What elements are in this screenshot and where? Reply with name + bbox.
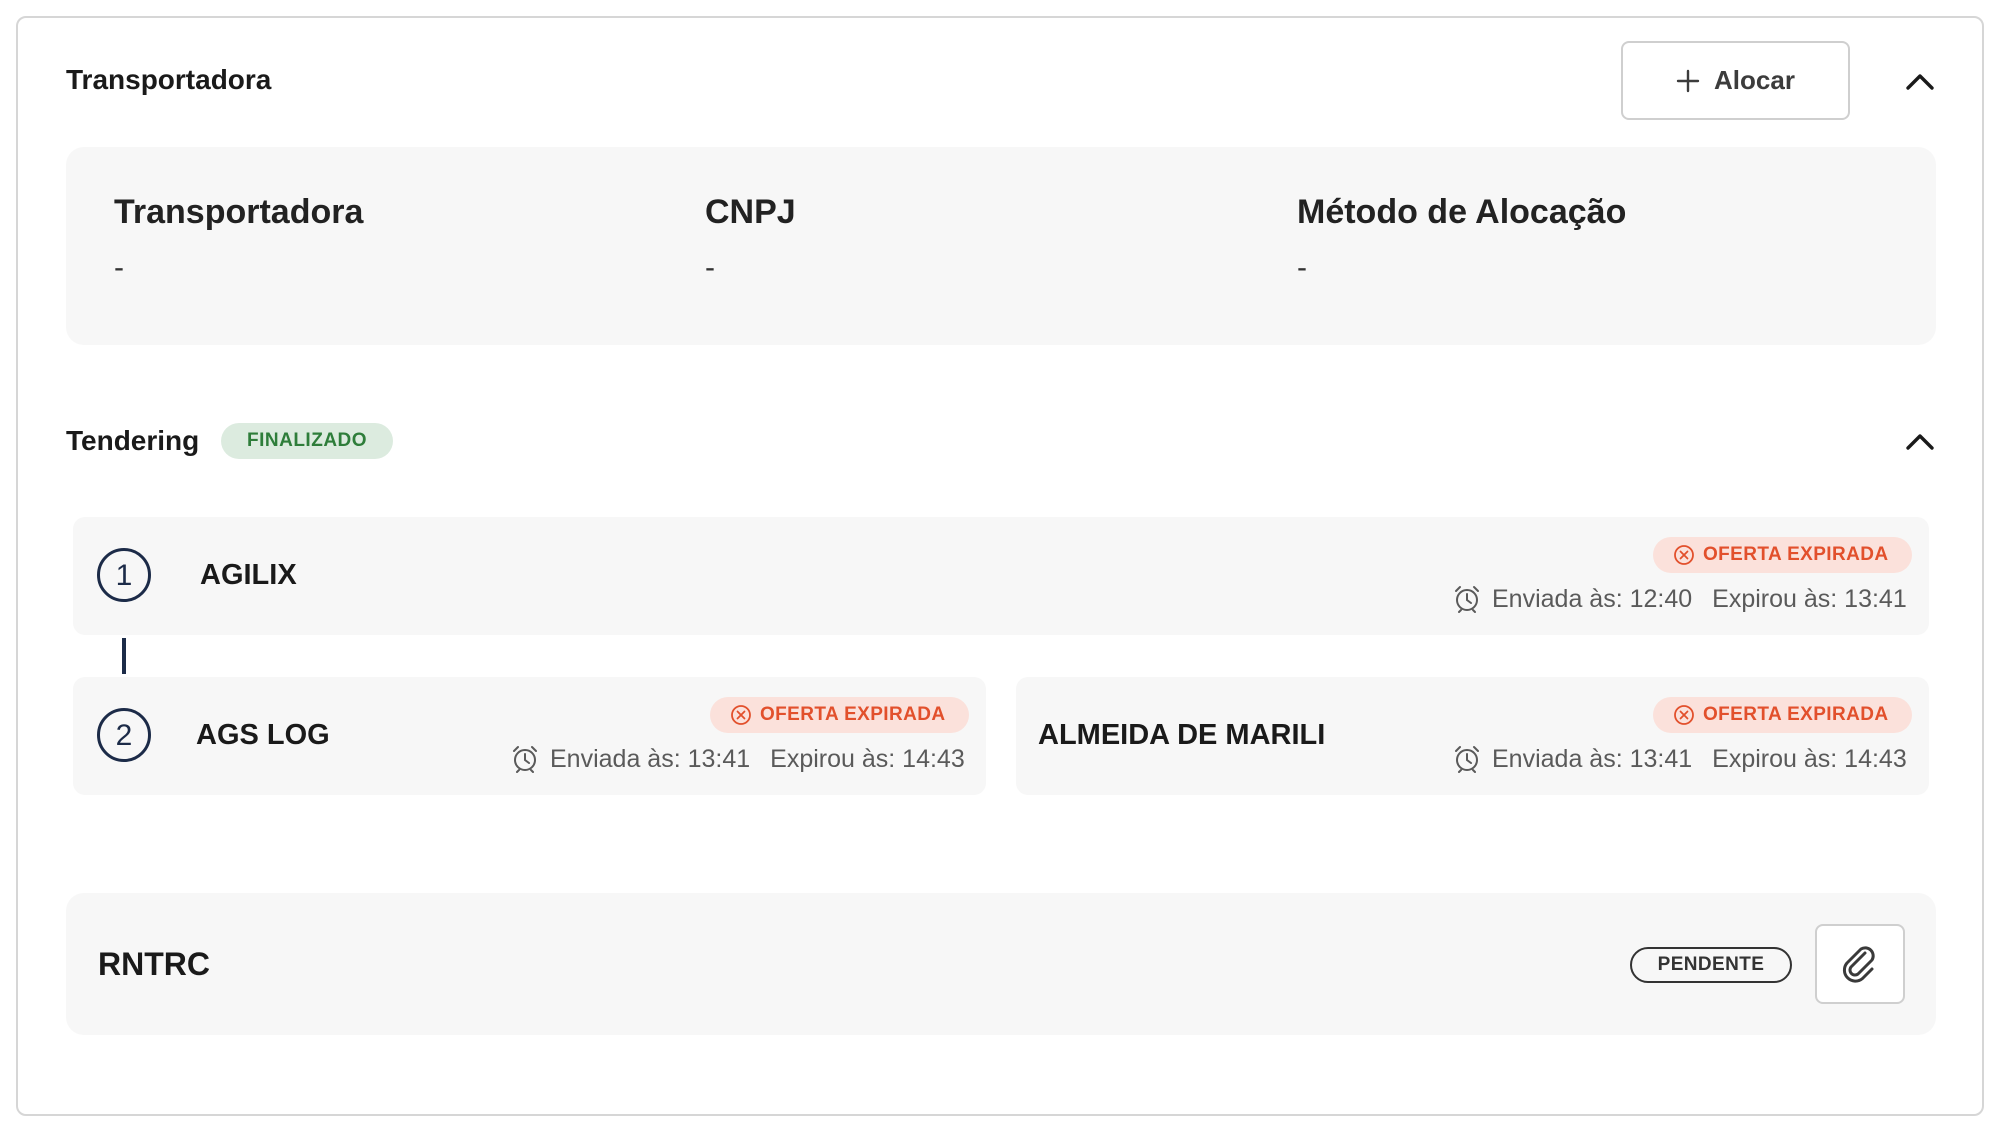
field-value-transportadora: - — [114, 251, 124, 284]
offer-sent-time: Enviada às: 13:41 — [1492, 744, 1693, 773]
offer-sent-time: Enviada às: 13:41 — [550, 744, 751, 773]
alarm-clock-icon — [1455, 746, 1479, 773]
tendering-status-badge: FINALIZADO — [221, 423, 394, 459]
offer-status-badge: OFERTA EXPIRADA — [1653, 697, 1913, 733]
offer-status-label: OFERTA EXPIRADA — [1703, 704, 1889, 725]
offer-expired-time: Expirou às: 13:41 — [1712, 584, 1907, 613]
collapse-carrier-chevron-up-icon[interactable] — [1900, 62, 1940, 102]
step-number: 2 — [97, 708, 151, 762]
alarm-clock-icon — [513, 746, 537, 773]
offer-status-badge: OFERTA EXPIRADA — [710, 697, 970, 733]
x-circle-icon — [1674, 545, 1694, 565]
tender-offer-card — [73, 517, 1929, 635]
offer-carrier-name: AGILIX — [200, 559, 297, 591]
allocate-label: Alocar — [1714, 65, 1795, 95]
carrier-info-panel: Transportadora - CNPJ - Método de Alocaç… — [66, 147, 1936, 345]
offer-expired-time: Expirou às: 14:43 — [1712, 744, 1907, 773]
step-number: 1 — [97, 548, 151, 602]
collapse-tendering-chevron-up-icon[interactable] — [1900, 422, 1940, 462]
offer-expired-time: Expirou às: 14:43 — [770, 744, 965, 773]
alarm-clock-icon — [1455, 586, 1479, 613]
offer-times: Enviada às: 13:41 Expirou às: 14:43 — [1452, 744, 1907, 774]
paperclip-icon — [1842, 946, 1875, 983]
rntrc-title: RNTRC — [98, 946, 210, 982]
section-title-transportadora: Transportadora — [66, 64, 272, 95]
x-circle-icon — [1674, 705, 1694, 725]
plus-icon — [1676, 69, 1700, 92]
allocate-button[interactable]: Alocar — [1621, 41, 1850, 120]
section-title-tendering: Tendering — [66, 425, 200, 456]
field-value-allocation-method: - — [1297, 251, 1307, 284]
field-label-transportadora: Transportadora — [114, 193, 364, 231]
offer-carrier-name: AGS LOG — [196, 719, 330, 751]
offer-times: Enviada às: 12:40 Expirou às: 13:41 — [1452, 584, 1907, 614]
field-label-allocation-method: Método de Alocação — [1297, 193, 1627, 231]
attach-document-button[interactable] — [1815, 924, 1905, 1004]
offer-sent-time: Enviada às: 12:40 — [1492, 584, 1693, 613]
offer-carrier-name: ALMEIDA DE MARILI — [1038, 719, 1326, 751]
offer-status-label: OFERTA EXPIRADA — [1703, 544, 1889, 565]
offer-times: Enviada às: 13:41 Expirou às: 14:43 — [510, 744, 965, 774]
offer-status-badge: OFERTA EXPIRADA — [1653, 537, 1913, 573]
x-circle-icon — [731, 705, 751, 725]
field-value-cnpj: - — [705, 251, 715, 284]
offer-status-label: OFERTA EXPIRADA — [760, 704, 946, 725]
rntrc-status-badge: PENDENTE — [1630, 947, 1792, 983]
field-label-cnpj: CNPJ — [705, 193, 796, 231]
step-connector-line — [122, 638, 126, 674]
